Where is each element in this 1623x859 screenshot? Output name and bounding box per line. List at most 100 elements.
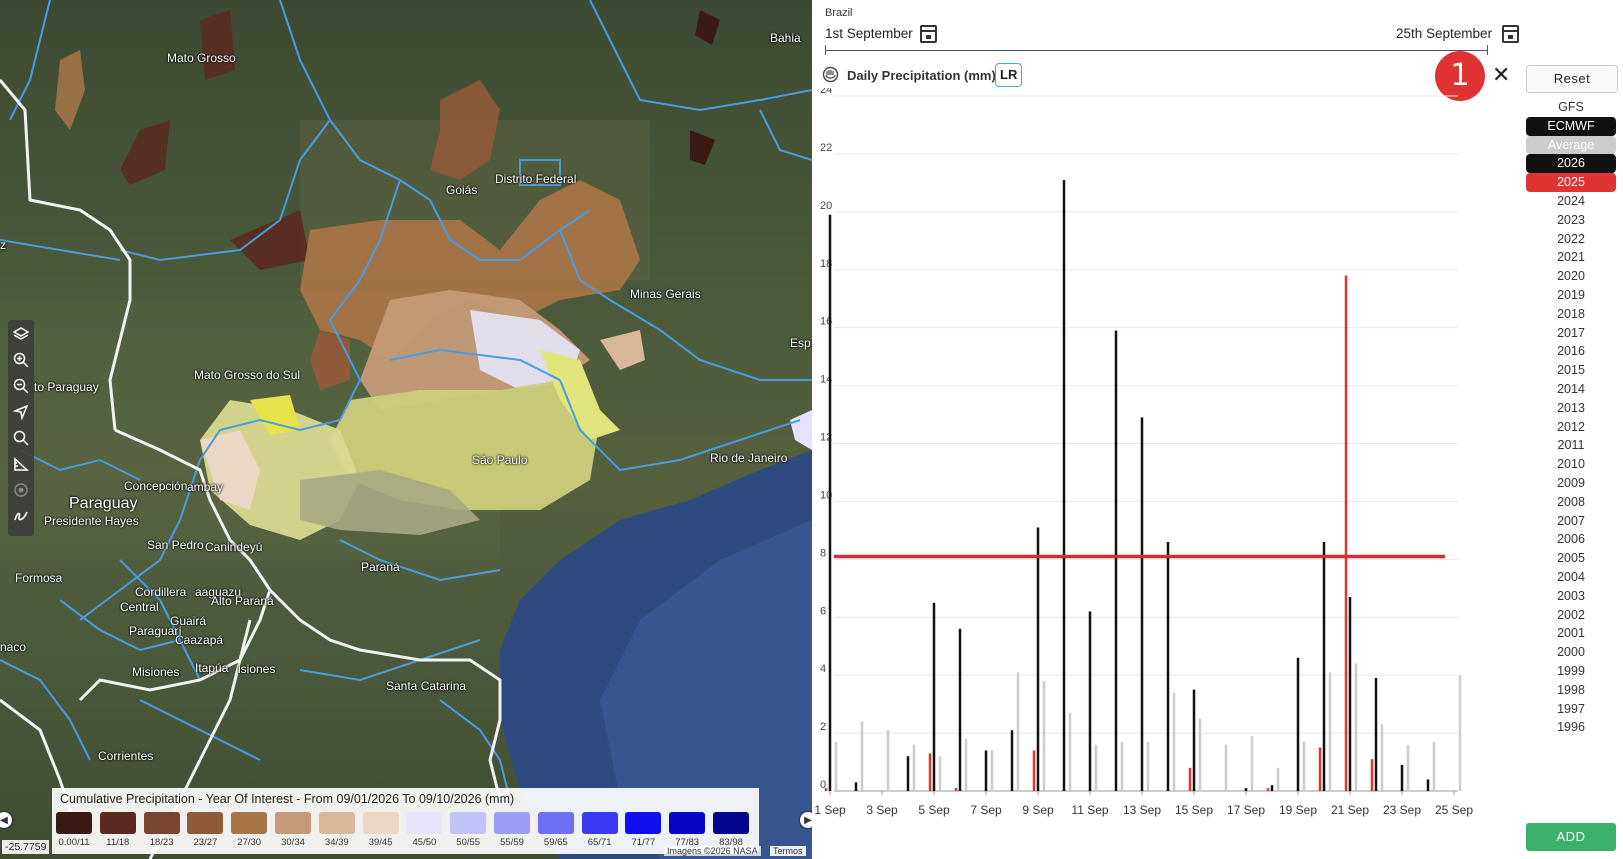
year-option-1999[interactable]: 1999 — [1526, 662, 1616, 681]
bar-2026 — [1088, 611, 1092, 791]
year-option-1996[interactable]: 1996 — [1526, 718, 1616, 737]
measure-icon[interactable] — [11, 454, 31, 474]
year-option-2007[interactable]: 2007 — [1526, 512, 1616, 531]
year-option-2017[interactable]: 2017 — [1526, 324, 1616, 343]
map-label-presidente-hayes: Presidente Hayes — [44, 514, 139, 528]
year-option-2016[interactable]: 2016 — [1526, 342, 1616, 361]
x-tick-label: 21 Sep — [1331, 803, 1369, 817]
year-option-2022[interactable]: 2022 — [1526, 230, 1616, 249]
bar-2026 — [984, 750, 988, 791]
bar-average — [860, 721, 864, 791]
end-date[interactable]: 25th September — [1396, 26, 1492, 41]
y-tick-label: 20 — [820, 200, 832, 212]
zoom-in-icon[interactable] — [11, 350, 31, 370]
year-option-2021[interactable]: 2021 — [1526, 248, 1616, 267]
start-date[interactable]: 1st September — [825, 26, 913, 41]
legend-swatch-label: 55/59 — [500, 837, 524, 848]
average-toggle[interactable]: Average — [1526, 135, 1616, 155]
year-option-2001[interactable]: 2001 — [1526, 624, 1616, 643]
year-option-1998[interactable]: 1998 — [1526, 681, 1616, 700]
bar-2026 — [1374, 678, 1378, 791]
year-option-2023[interactable]: 2023 — [1526, 211, 1616, 230]
year-option-2010[interactable]: 2010 — [1526, 455, 1616, 474]
map-label-goias: Goiás — [446, 183, 478, 197]
year-option-2009[interactable]: 2009 — [1526, 474, 1616, 493]
year-option-2012[interactable]: 2012 — [1526, 418, 1616, 437]
year-option-2013[interactable]: 2013 — [1526, 399, 1616, 418]
layers-icon[interactable] — [11, 324, 31, 344]
year-option-2000[interactable]: 2000 — [1526, 643, 1616, 662]
year-option-2002[interactable]: 2002 — [1526, 606, 1616, 625]
bar-2026 — [932, 602, 936, 791]
x-tick-label: 7 Sep — [970, 803, 1002, 817]
legend-swatch — [362, 812, 399, 834]
chart-bars — [824, 179, 1462, 792]
year-selector: GFS ECMWF Average 2026 2025 2024 2023 2022 20… — [1526, 98, 1616, 737]
year-option-2018[interactable]: 2018 — [1526, 305, 1616, 324]
model-gfs[interactable]: GFS — [1526, 98, 1616, 117]
bar-2026 — [1036, 527, 1040, 791]
legend-swatch — [713, 812, 749, 834]
legend-swatch-label: 71/77 — [631, 837, 656, 848]
legend-swatch — [406, 812, 443, 834]
map-label-caazapa: Caazapá — [175, 633, 224, 647]
year-option-2015[interactable]: 2015 — [1526, 361, 1616, 380]
map-legend: Cumulative Precipitation - Year Of Inter… — [52, 788, 759, 854]
x-axis: 1 Sep 3 Sep 5 Sep 7 Sep 9 Sep 11 Sep 13 Sep 15 … — [814, 791, 1473, 817]
zoom-out-icon[interactable] — [11, 376, 31, 396]
draw-icon[interactable] — [11, 506, 31, 526]
year-option-2005[interactable]: 2005 — [1526, 549, 1616, 568]
model-ecmwf[interactable]: ECMWF — [1526, 116, 1616, 136]
reset-button[interactable]: Reset — [1526, 65, 1618, 93]
chart-panel: Brazil 1st September 25th September Dail… — [812, 0, 1623, 859]
year-option-2020[interactable]: 2020 — [1526, 267, 1616, 286]
bar-2026 — [1244, 788, 1248, 791]
y-tick-label: 2 — [820, 721, 826, 733]
bar-2026 — [1400, 764, 1404, 791]
year-option-2003[interactable]: 2003 — [1526, 587, 1616, 606]
year-option-2004[interactable]: 2004 — [1526, 568, 1616, 587]
legend-swatch-label: 45/50 — [412, 837, 437, 848]
calendar-end-icon[interactable] — [1502, 25, 1519, 43]
map-label-misiones: Misiones — [132, 665, 180, 679]
bar-2026 — [1426, 779, 1430, 791]
year-option-2014[interactable]: 2014 — [1526, 380, 1616, 399]
year-option-2024[interactable]: 2024 — [1526, 192, 1616, 211]
year-option-2025[interactable]: 2025 — [1526, 173, 1616, 192]
calendar-start-icon[interactable] — [920, 25, 937, 43]
map-canvas — [0, 0, 812, 859]
map-label-chaco: naco — [0, 640, 27, 654]
bar-average — [1146, 741, 1150, 791]
bar-average — [990, 750, 994, 791]
bar-2025 — [1032, 750, 1036, 791]
bar-average — [1354, 663, 1358, 791]
search-icon[interactable] — [11, 428, 31, 448]
y-tick-label: 6 — [820, 605, 826, 617]
year-option-2008[interactable]: 2008 — [1526, 493, 1616, 512]
lr-toggle-button[interactable]: LR — [995, 63, 1023, 87]
year-option-2026[interactable]: 2026 — [1526, 154, 1616, 174]
map-view[interactable]: Mato Grosso Bahia Goiás Distrito Federal… — [0, 0, 812, 859]
legend-swatch — [669, 812, 706, 834]
legend-swatch-label: 65/71 — [587, 837, 612, 848]
year-option-1997[interactable]: 1997 — [1526, 700, 1616, 719]
close-icon[interactable]: ✕ — [1492, 62, 1510, 88]
year-option-2019[interactable]: 2019 — [1526, 286, 1616, 305]
hand-icon[interactable] — [822, 66, 839, 83]
bar-2025 — [824, 788, 828, 791]
map-label-central: Central — [120, 600, 159, 614]
bar-2026 — [906, 756, 910, 791]
chevron-right-icon[interactable]: ▶ — [800, 812, 812, 828]
legend-swatch-label: 18/23 — [149, 837, 174, 848]
map-label-corrientes: Corrientes — [98, 749, 154, 763]
year-option-2006[interactable]: 2006 — [1526, 530, 1616, 549]
map-label-alto-parana: Alto Paraná — [211, 594, 274, 608]
date-range-slider[interactable] — [825, 45, 1488, 55]
year-option-2011[interactable]: 2011 — [1526, 436, 1616, 455]
add-button[interactable]: ADD — [1526, 823, 1616, 851]
terms-link[interactable]: Termos — [770, 846, 806, 856]
bar-average — [1198, 718, 1202, 791]
chart-title: Daily Precipitation (mm) — [847, 68, 996, 83]
navigate-icon[interactable] — [11, 402, 31, 422]
legend-swatch — [625, 812, 662, 834]
